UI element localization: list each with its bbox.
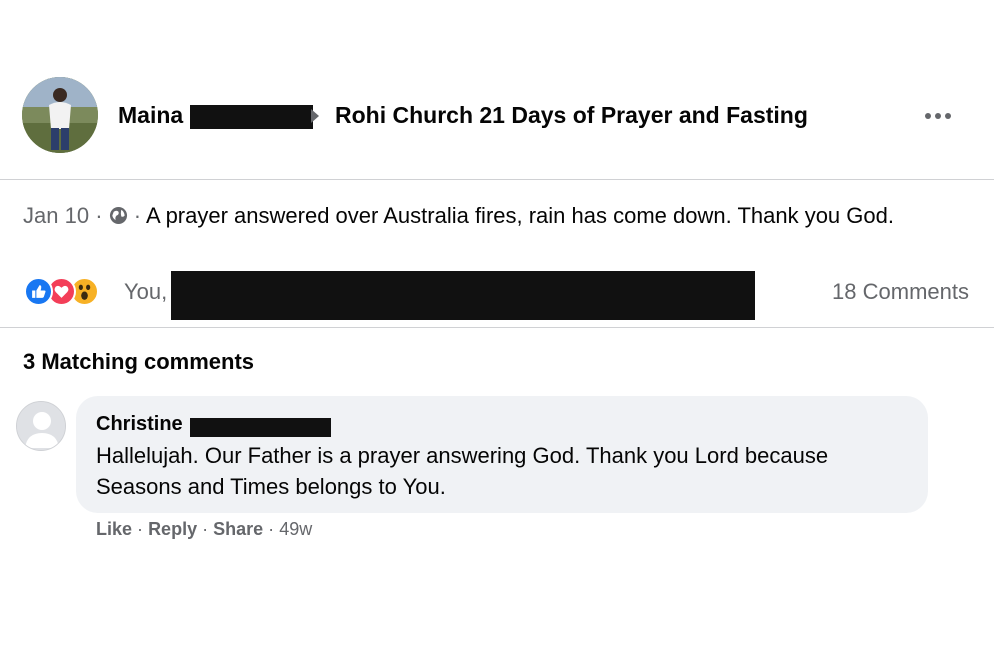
author-photo xyxy=(22,77,98,153)
comment-author[interactable]: Christine xyxy=(96,413,183,436)
comment-actions: Like · Reply · Share · 49w xyxy=(96,519,312,540)
dot-icon xyxy=(945,113,951,119)
globe-icon xyxy=(109,206,127,225)
matching-comments-title: 3 Matching comments xyxy=(23,349,255,374)
divider xyxy=(0,327,994,328)
post-header: Maina Rohi Church 21 Days of Prayer and … xyxy=(0,52,994,179)
comment-timestamp[interactable]: 49w xyxy=(279,519,312,539)
separator: · xyxy=(137,519,144,539)
like-icon xyxy=(24,276,53,306)
share-button[interactable]: Share xyxy=(213,519,263,539)
comment-text: Hallelujah. Our Father is a prayer answe… xyxy=(96,443,829,499)
dot-icon xyxy=(935,113,941,119)
post-date[interactable]: Jan 10 xyxy=(23,203,89,228)
redacted-surname xyxy=(190,418,331,437)
redacted-surname xyxy=(190,105,313,129)
more-options-button[interactable] xyxy=(920,104,956,128)
post-text: A prayer answered over Australia fires, … xyxy=(146,203,894,228)
divider xyxy=(0,179,994,180)
reply-button[interactable]: Reply xyxy=(148,519,197,539)
reaction-icons[interactable] xyxy=(24,275,99,307)
comment-avatar[interactable] xyxy=(16,401,66,451)
post-body: Jan 10 · · A prayer answered over Austra… xyxy=(23,201,973,231)
top-spacer xyxy=(0,0,994,52)
like-button[interactable]: Like xyxy=(96,519,132,539)
separator: · xyxy=(202,519,209,539)
reaction-names[interactable]: You, xyxy=(124,279,167,305)
group-name[interactable]: Rohi Church 21 Days of Prayer and Fastin… xyxy=(335,102,808,129)
author-avatar[interactable] xyxy=(22,77,98,153)
separator: · xyxy=(95,203,103,228)
separator: · xyxy=(268,519,275,539)
dot-icon xyxy=(925,113,931,119)
redacted-names xyxy=(171,271,755,320)
separator: · xyxy=(133,203,142,228)
author-name[interactable]: Maina xyxy=(118,102,183,129)
default-avatar-icon xyxy=(17,402,65,450)
comments-count-link[interactable]: 18 Comments xyxy=(832,279,969,305)
chevron-right-icon xyxy=(311,109,319,123)
